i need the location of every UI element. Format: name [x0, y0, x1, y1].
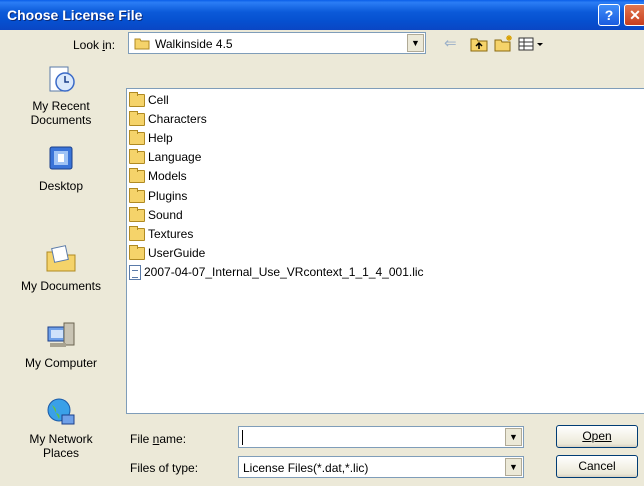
- list-item-name: Language: [148, 150, 202, 164]
- list-item[interactable]: Characters: [129, 110, 207, 128]
- help-button[interactable]: ?: [598, 4, 620, 26]
- list-item-name: Plugins: [148, 189, 188, 203]
- look-in-dropdown-arrow-icon[interactable]: ▼: [407, 34, 424, 52]
- list-item-name: UserGuide: [148, 246, 206, 260]
- folder-icon: [129, 206, 145, 222]
- title-bar[interactable]: Choose License File ? ✕: [0, 0, 644, 30]
- list-item[interactable]: Models: [129, 167, 187, 185]
- my-documents-icon: [46, 245, 76, 272]
- folder-icon: [129, 110, 145, 126]
- list-item[interactable]: Plugins: [129, 187, 187, 205]
- places-my-computer[interactable]: My Computer: [0, 319, 122, 370]
- file-name-input[interactable]: ▼: [238, 426, 524, 448]
- list-item-name: Textures: [148, 227, 194, 241]
- list-item[interactable]: Language: [129, 148, 201, 166]
- list-item-name: Help: [148, 131, 173, 145]
- network-places-icon: [47, 398, 75, 425]
- list-item-name: Cell: [148, 93, 169, 107]
- list-item-name: Characters: [148, 112, 207, 126]
- close-button[interactable]: ✕: [624, 4, 644, 26]
- list-item[interactable]: 2007-04-07_Internal_Use_VRcontext_1_1_4_…: [129, 263, 424, 281]
- file-type-label: Files of type:: [130, 461, 199, 475]
- file-type-value: License Files(*.dat,*.lic): [243, 461, 369, 475]
- open-button-label: Open: [582, 429, 612, 443]
- folder-icon: [129, 91, 145, 107]
- places-label: My Documents: [20, 279, 102, 293]
- cancel-button[interactable]: Cancel: [556, 455, 638, 478]
- folder-icon: [129, 167, 145, 183]
- places-desktop[interactable]: Desktop: [0, 142, 122, 193]
- license-file-icon: [129, 264, 141, 280]
- choose-license-dialog: Choose License File ? ✕ Look in: Walkins…: [0, 0, 644, 486]
- folder-icon: [129, 148, 145, 164]
- list-item[interactable]: Help: [129, 129, 173, 147]
- list-item-name: Sound: [148, 208, 183, 222]
- places-my-recent-documents[interactable]: My Recent Documents: [0, 62, 122, 127]
- text-caret: [242, 430, 243, 445]
- list-item[interactable]: Sound: [129, 206, 183, 224]
- file-type-dropdown-arrow-icon[interactable]: ▼: [505, 458, 522, 476]
- new-folder-icon[interactable]: [494, 34, 514, 52]
- places-bar: My Recent Documents Desktop My Documents: [0, 62, 122, 482]
- list-item[interactable]: UserGuide: [129, 244, 205, 262]
- look-in-value: Walkinside 4.5: [155, 37, 233, 51]
- places-label: My Recent Documents: [30, 99, 92, 127]
- places-label: Desktop: [38, 179, 84, 193]
- places-label: My Computer: [24, 356, 98, 370]
- file-name-dropdown-arrow-icon[interactable]: ▼: [505, 428, 522, 446]
- list-item[interactable]: Textures: [129, 225, 193, 243]
- file-list[interactable]: Cell Characters Help Language Models Plu…: [126, 88, 644, 414]
- folder-icon: [129, 244, 145, 260]
- list-item-name: Models: [148, 169, 187, 183]
- places-my-network-places[interactable]: My Network Places: [0, 395, 122, 460]
- folder-icon: [129, 187, 145, 203]
- dialog-title: Choose License File: [7, 7, 143, 23]
- open-button[interactable]: Open: [556, 425, 638, 448]
- file-name-label: File name:: [130, 432, 187, 446]
- list-item[interactable]: Cell: [129, 91, 169, 109]
- places-label: My Network Places: [29, 432, 93, 460]
- my-computer-icon: [47, 322, 75, 347]
- back-icon[interactable]: ⇐: [444, 34, 457, 52]
- folder-icon: [129, 129, 145, 145]
- look-in-dropdown[interactable]: Walkinside 4.5 ▼: [128, 32, 426, 54]
- recent-documents-icon: [49, 66, 75, 92]
- places-my-documents[interactable]: My Documents: [0, 242, 122, 293]
- up-folder-icon[interactable]: [470, 36, 488, 52]
- folder-icon: [129, 225, 145, 241]
- look-in-label: Look in:: [73, 38, 116, 52]
- view-menu-icon[interactable]: [518, 37, 546, 51]
- file-type-select[interactable]: License Files(*.dat,*.lic) ▼: [238, 456, 524, 478]
- list-item-name: 2007-04-07_Internal_Use_VRcontext_1_1_4_…: [144, 265, 424, 279]
- folder-icon: [134, 38, 150, 50]
- desktop-icon: [49, 146, 73, 170]
